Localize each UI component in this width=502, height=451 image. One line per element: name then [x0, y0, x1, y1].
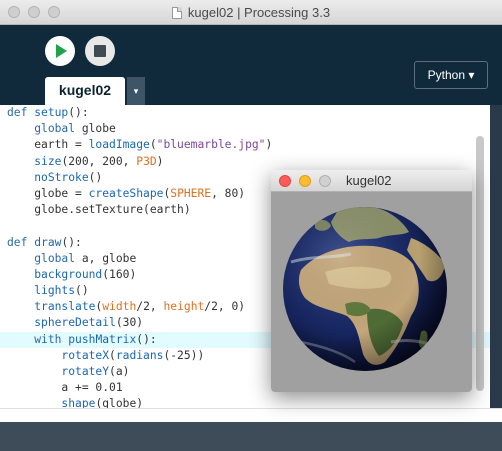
code-line[interactable]: shape(globe): [0, 396, 490, 408]
code-line[interactable]: size(200, 200, P3D): [0, 154, 490, 170]
sketch-window: kugel02: [271, 170, 472, 392]
title-bar[interactable]: kugel02 | Processing 3.3: [0, 0, 502, 25]
code-line[interactable]: def setup():: [0, 105, 490, 121]
tab-kugel02[interactable]: kugel02: [45, 77, 125, 105]
sketch-zoom-button[interactable]: [319, 175, 331, 187]
editor-scrollbar[interactable]: [476, 136, 484, 391]
code-line[interactable]: global globe: [0, 121, 490, 137]
window-title: kugel02 | Processing 3.3: [187, 5, 331, 20]
sketch-window-title: kugel02: [346, 173, 392, 188]
document-icon: [171, 7, 182, 19]
window-title-area: kugel02 | Processing 3.3: [0, 0, 502, 25]
console-area: [0, 422, 502, 451]
sketch-canvas: [271, 192, 472, 392]
tab-menu-chevron-down-icon[interactable]: ▾: [127, 77, 145, 105]
run-button[interactable]: [45, 36, 75, 66]
globe-image: [283, 207, 447, 371]
sketch-title-bar[interactable]: kugel02: [271, 170, 472, 192]
sketch-close-button[interactable]: [279, 175, 291, 187]
status-bar: [0, 408, 502, 422]
mode-selector-python[interactable]: Python ▾: [414, 61, 488, 89]
code-line[interactable]: earth = loadImage("bluemarble.jpg"): [0, 137, 490, 153]
stop-button[interactable]: [85, 36, 115, 66]
sketch-minimize-button[interactable]: [299, 175, 311, 187]
